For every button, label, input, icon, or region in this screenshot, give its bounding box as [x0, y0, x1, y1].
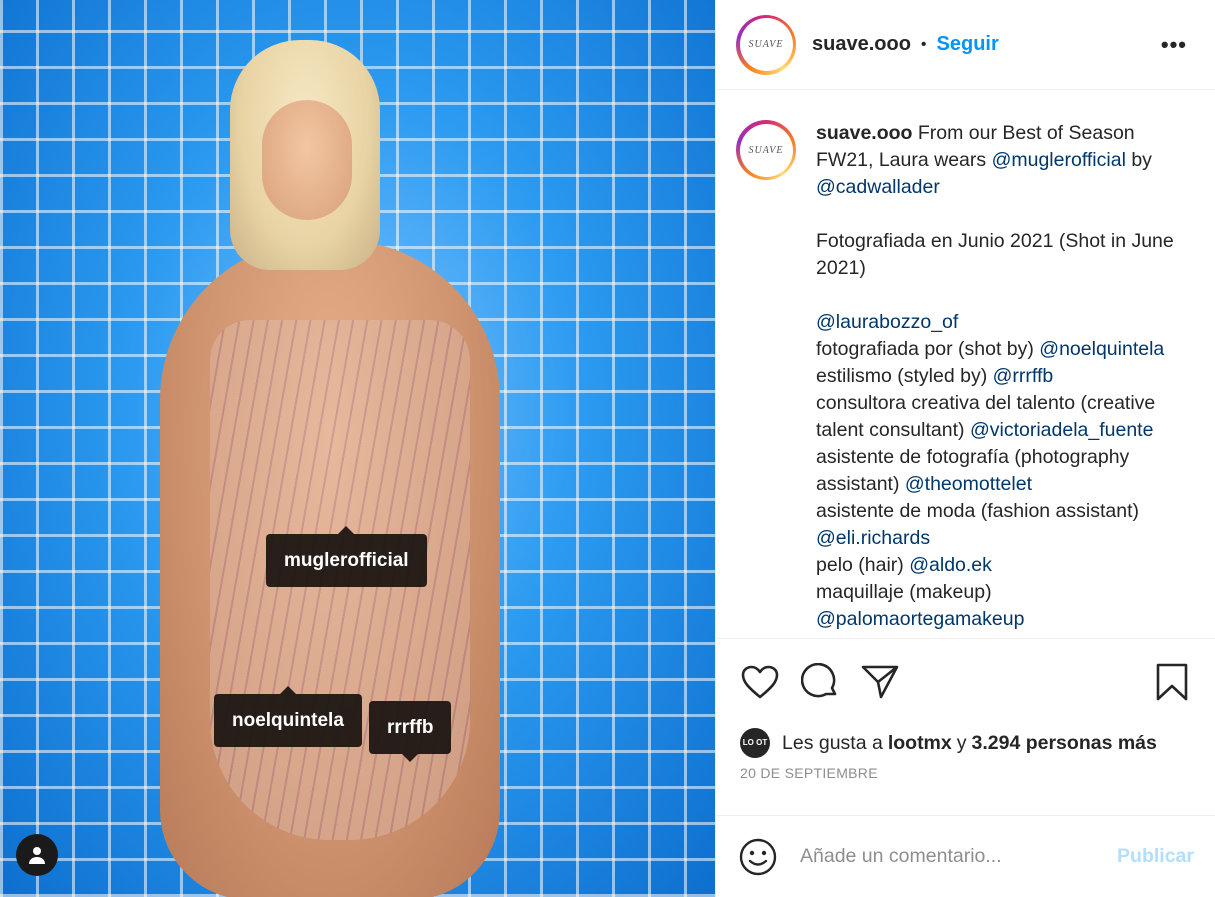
user-tags-button[interactable] — [16, 834, 58, 876]
header-username[interactable]: suave.ooo — [812, 33, 911, 56]
comment-input[interactable] — [800, 845, 1108, 868]
avatar[interactable]: SUAVE — [736, 14, 796, 75]
avatar-logo: SUAVE — [748, 144, 784, 156]
liker-username[interactable]: lootmx — [888, 732, 952, 755]
caption-username[interactable]: suave.ooo — [816, 122, 912, 144]
mention-link[interactable]: @aldo.ek — [909, 554, 992, 576]
action-bar — [716, 639, 1215, 725]
liker-avatar: LO OT — [740, 728, 770, 758]
header-separator: • — [920, 35, 927, 53]
mention-link[interactable]: @laurabozzo_of — [816, 311, 958, 333]
likes-prefix: Les gusta a — [782, 731, 883, 754]
share-icon[interactable] — [860, 662, 900, 702]
caption-avatar[interactable]: SUAVE — [736, 120, 796, 180]
photo-tag-mugler[interactable]: muglerofficial — [266, 526, 427, 587]
likes-count[interactable]: 3.294 personas más — [972, 732, 1157, 755]
mention-link[interactable]: @victoriadela_fuente — [970, 419, 1154, 441]
comments-area[interactable]: SUAVE suave.ooo From our Best of Season … — [716, 90, 1215, 638]
heart-icon[interactable] — [740, 662, 780, 702]
mention-link[interactable]: @cadwallader — [816, 176, 940, 198]
follow-button[interactable]: Seguir — [937, 33, 999, 56]
likes-summary[interactable]: LO OT Les gusta a lootmx y 3.294 persona… — [716, 725, 1215, 761]
user-tag-icon — [29, 847, 45, 864]
post-caption: suave.ooo From our Best of Season FW21, … — [816, 120, 1196, 638]
post-container: muglerofficial noelquintela rrrffb SUAVE… — [0, 0, 1215, 897]
mention-link[interactable]: @eli.richards — [816, 527, 930, 549]
photo-subject — [150, 30, 520, 897]
caption-line: Fotografiada en Junio 2021 (Shot in June… — [816, 230, 1174, 279]
mention-link[interactable]: @noelquintela — [1039, 338, 1164, 360]
photo-tag-rrrffb[interactable]: rrrffb — [369, 701, 452, 762]
mention-link[interactable]: @palomaortegamakeup — [816, 608, 1024, 630]
mention-link[interactable]: @theomottelet — [905, 473, 1032, 495]
post-photo[interactable]: muglerofficial noelquintela rrrffb — [0, 0, 715, 897]
avatar-logo: SUAVE — [748, 39, 784, 50]
publish-button[interactable]: Publicar — [1117, 845, 1194, 868]
comment-icon[interactable] — [800, 662, 840, 702]
post-header: SUAVE suave.ooo • Seguir ••• — [716, 0, 1215, 90]
emoji-icon[interactable] — [738, 837, 778, 877]
mention-link[interactable]: @rrrffb — [993, 365, 1054, 387]
post-actions-area: LO OT Les gusta a lootmx y 3.294 persona… — [716, 638, 1215, 781]
likes-conjunction: y — [956, 731, 967, 754]
mention-link[interactable]: @muglerofficial — [992, 149, 1126, 171]
post-date[interactable]: 20 DE SEPTIEMBRE — [716, 765, 1215, 781]
more-options-icon[interactable]: ••• — [1161, 32, 1187, 58]
photo-tag-noelquintela[interactable]: noelquintela — [214, 686, 362, 747]
post-side-panel: SUAVE suave.ooo • Seguir ••• SUAVE suave… — [715, 0, 1215, 897]
comment-form: Publicar — [716, 815, 1215, 897]
bookmark-icon[interactable] — [1152, 662, 1192, 702]
